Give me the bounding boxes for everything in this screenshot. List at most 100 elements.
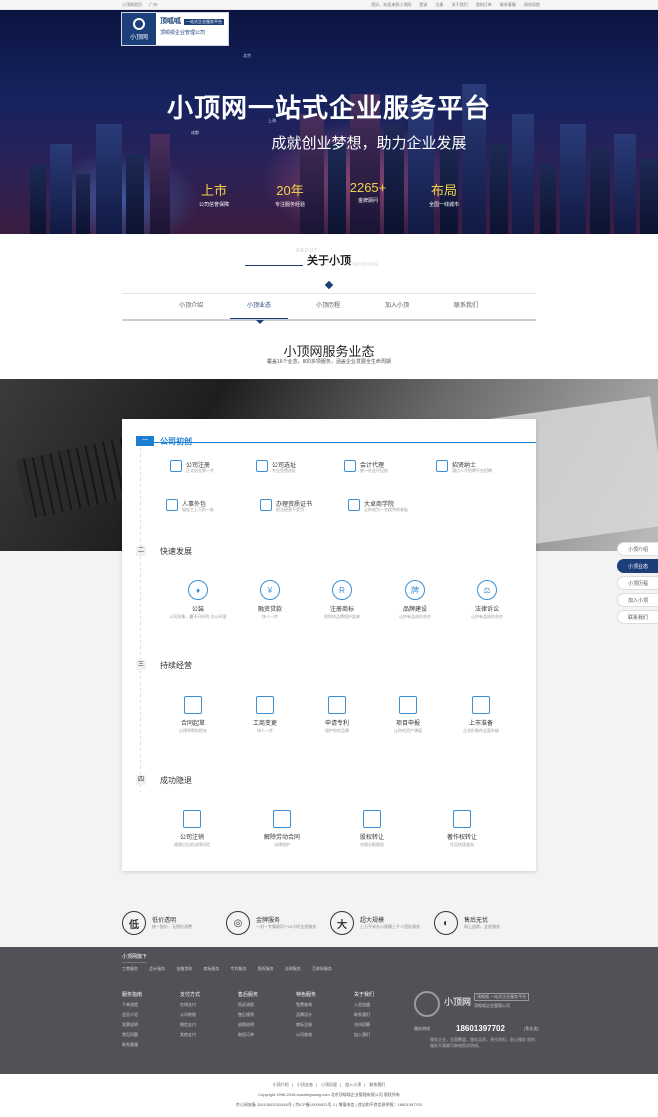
col-link[interactable]: 售后规则 bbox=[238, 1010, 258, 1020]
bottom-link[interactable]: 联系我们 bbox=[369, 1082, 385, 1087]
footer-link[interactable]: 金融贷款 bbox=[176, 966, 192, 971]
service-equity-transfer[interactable]: 股权转让 合理分配股权 bbox=[337, 810, 407, 848]
footer-logo-sub: 顶呱呱企业管理公司 bbox=[474, 1003, 510, 1008]
side-nav: 小顶介绍 小顶业态 小顶历程 加入小顶 联系我们 bbox=[617, 542, 658, 627]
service-litigation[interactable]: ⚖ 法律诉讼 让你有品质的合作 bbox=[452, 580, 522, 620]
tab-join[interactable]: 加入小顶 bbox=[368, 294, 426, 320]
register-link[interactable]: 注册 bbox=[436, 2, 444, 7]
footer-link[interactable]: 工商服务 bbox=[122, 966, 138, 971]
col-link[interactable]: 加入我们 bbox=[354, 1030, 374, 1040]
tab-intro[interactable]: 小顶介绍 bbox=[162, 294, 220, 320]
item-title: 注册商标 bbox=[329, 607, 354, 613]
tabs-divider bbox=[122, 319, 536, 321]
col-link[interactable]: 免费查询 bbox=[296, 1000, 316, 1010]
col-link[interactable]: 联系我们 bbox=[354, 1010, 374, 1020]
col-link[interactable]: 商标注册 bbox=[296, 1020, 316, 1030]
item-title: 上市准备 bbox=[468, 721, 493, 727]
col-link[interactable]: 退换说明 bbox=[238, 1020, 258, 1030]
exit-icon bbox=[183, 810, 201, 828]
col-link[interactable]: 取回订单 bbox=[238, 1030, 258, 1040]
trend-icon bbox=[472, 696, 490, 714]
orders-link[interactable]: 我的订单 bbox=[476, 2, 492, 7]
item-title: 著作权转让 bbox=[446, 835, 477, 841]
about-link[interactable]: 关于我们 bbox=[452, 2, 468, 7]
footer-link[interactable]: 互联网服务 bbox=[312, 966, 332, 971]
service-business-change[interactable]: 工商变更 快人一步 bbox=[230, 696, 300, 734]
footer-link[interactable]: 商标服务 bbox=[203, 966, 219, 971]
col-link[interactable]: 合伙招募 bbox=[354, 1020, 374, 1030]
stage-title-1: 公司初创 bbox=[160, 437, 192, 446]
footer-link[interactable]: 专利服务 bbox=[231, 966, 247, 971]
footer-link[interactable]: 会计服务 bbox=[149, 966, 165, 971]
sidenav-contact[interactable]: 联系我们 bbox=[617, 610, 658, 624]
tab-contact[interactable]: 联系我们 bbox=[437, 294, 495, 320]
site-logo[interactable]: 小顶网 顶呱呱 一站式企业服务平台 顶呱呱企业管理公司 bbox=[121, 12, 229, 46]
col-link[interactable]: 联系客服 bbox=[122, 1040, 142, 1050]
service-copyright-transfer[interactable]: 著作权转让 作品快速变现 bbox=[427, 810, 497, 848]
support-link[interactable]: 联系客服 bbox=[500, 2, 516, 7]
footer-header: 小顶网旗下 bbox=[122, 953, 148, 963]
col-link[interactable]: 入驻加盟 bbox=[354, 1000, 374, 1010]
logo-mark: 小顶网 bbox=[122, 13, 156, 45]
service-financing[interactable]: ¥ 融资贷款 快人一步 bbox=[235, 580, 305, 620]
paint-roller-icon: ♦ bbox=[188, 580, 208, 600]
service-terminate-contract[interactable]: 解除劳动合同 法律保护 bbox=[247, 810, 317, 848]
col-link[interactable]: 品牌设计 bbox=[296, 1010, 316, 1020]
item-sub: 让你的资产增值 bbox=[394, 728, 422, 733]
col-link[interactable]: 投诉流程 bbox=[238, 1000, 258, 1010]
col-link[interactable]: 公司查询 bbox=[296, 1030, 316, 1040]
about-tabs: 小顶介绍 小顶业态 小顶历程 加入小顶 联系我们 bbox=[122, 293, 536, 321]
service-deregister[interactable]: 公司注销 规避日后的法律风险 bbox=[157, 810, 227, 848]
welcome-text: 您好，欢迎来到小顶网 bbox=[371, 2, 412, 7]
col-link[interactable]: 发票说明 bbox=[122, 1020, 142, 1030]
edit-document-icon bbox=[256, 696, 274, 714]
tab-business[interactable]: 小顶业态 bbox=[230, 294, 288, 320]
footer: 小顶网旗下 工商服务 会计服务 金融贷款 商标服务 专利服务 版权服务 法律服务… bbox=[0, 947, 658, 1074]
stat-layout: 布局 全国一线城市 bbox=[404, 180, 484, 208]
sidenav-history[interactable]: 小顶历程 bbox=[617, 576, 658, 590]
tab-history[interactable]: 小顶历程 bbox=[299, 294, 357, 320]
home-link[interactable]: 小顶网首页 bbox=[122, 2, 142, 7]
stage-num-3: 三 bbox=[136, 660, 146, 670]
icp-info: 京公网安备 11010502031545号 | 京ICP备10009021号-1… bbox=[235, 1102, 423, 1107]
col-link[interactable]: 公司转账 bbox=[180, 1010, 200, 1020]
item-title: 公装 bbox=[191, 607, 204, 613]
login-link[interactable]: 登录 bbox=[419, 2, 427, 7]
section-subtitle: 覆盖16个业态，800多项服务，涵盖企业发展全生命周期 bbox=[267, 359, 391, 365]
item-sub: 公司形象，赢不开好的 办公环境 bbox=[169, 614, 227, 619]
col-link[interactable]: 常见问题 bbox=[122, 1030, 142, 1040]
footer-col-special: 特色服务 免费查询 品牌设计 商标注册 公司查询 bbox=[296, 990, 316, 1040]
item-title: 合同起草 bbox=[180, 721, 205, 727]
service-project-declare[interactable]: 项目申报 让你的资产增值 bbox=[373, 696, 443, 734]
sidenav-business[interactable]: 小顶业态 bbox=[617, 559, 658, 573]
service-patent[interactable]: 申请专利 保护你的品牌 bbox=[302, 696, 372, 734]
city-select[interactable]: 广州 · bbox=[149, 2, 159, 7]
sidenav-intro[interactable]: 小顶介绍 bbox=[617, 542, 658, 556]
col-link[interactable]: 下单流程 bbox=[122, 1000, 142, 1010]
footer-logo: 小顶网 顶呱呱 一站式企业服务平台 顶呱呱企业管理公司 bbox=[414, 989, 538, 1021]
shield-icon: ◐ bbox=[434, 911, 458, 935]
footer-link[interactable]: 法律服务 bbox=[285, 966, 301, 971]
sidenav-join[interactable]: 加入小顶 bbox=[617, 593, 658, 607]
col-link[interactable]: 其他支付 bbox=[180, 1030, 200, 1040]
features-strip: 低 低价透明 统一报价，无隐形消费 ◎ 金牌服务 一对一专属顾问7*24小时全程… bbox=[0, 903, 658, 947]
col-link[interactable]: 在线支付 bbox=[180, 1000, 200, 1010]
service-decoration[interactable]: ♦ 公装 公司形象，赢不开好的 办公环境 bbox=[163, 580, 233, 620]
medal-icon: ◎ bbox=[226, 911, 250, 935]
bottom-link[interactable]: 加入小顶 bbox=[345, 1082, 361, 1087]
footer-link[interactable]: 版权服务 bbox=[258, 966, 274, 971]
item-sub: 通过人才招聘平台招聘 bbox=[452, 468, 492, 473]
service-ipo-prep[interactable]: 上市准备 企业形象的全面升级 bbox=[446, 696, 516, 734]
bottom-link[interactable]: 小顶历程 bbox=[321, 1082, 337, 1087]
site-nav-link[interactable]: 网站导航 bbox=[524, 2, 540, 7]
service-contract-draft[interactable]: 合同起草 让律师帮你把关 bbox=[158, 696, 228, 734]
hero-title: 小顶网一站式企业服务平台 bbox=[166, 93, 491, 123]
feature-sub: 网上追踪，全程服务 bbox=[464, 924, 500, 929]
location-icon bbox=[256, 460, 268, 472]
col-link[interactable]: 微信支付 bbox=[180, 1020, 200, 1030]
service-branding[interactable]: 牌 品牌建设 让你有品质的合作 bbox=[380, 580, 450, 620]
service-trademark[interactable]: R 注册商标 把你的品牌保护起来 bbox=[307, 580, 377, 620]
bottom-link[interactable]: 小顶业态 bbox=[297, 1082, 313, 1087]
bottom-link[interactable]: 小顶介绍 bbox=[273, 1082, 289, 1087]
col-link[interactable]: 会员介绍 bbox=[122, 1010, 142, 1020]
